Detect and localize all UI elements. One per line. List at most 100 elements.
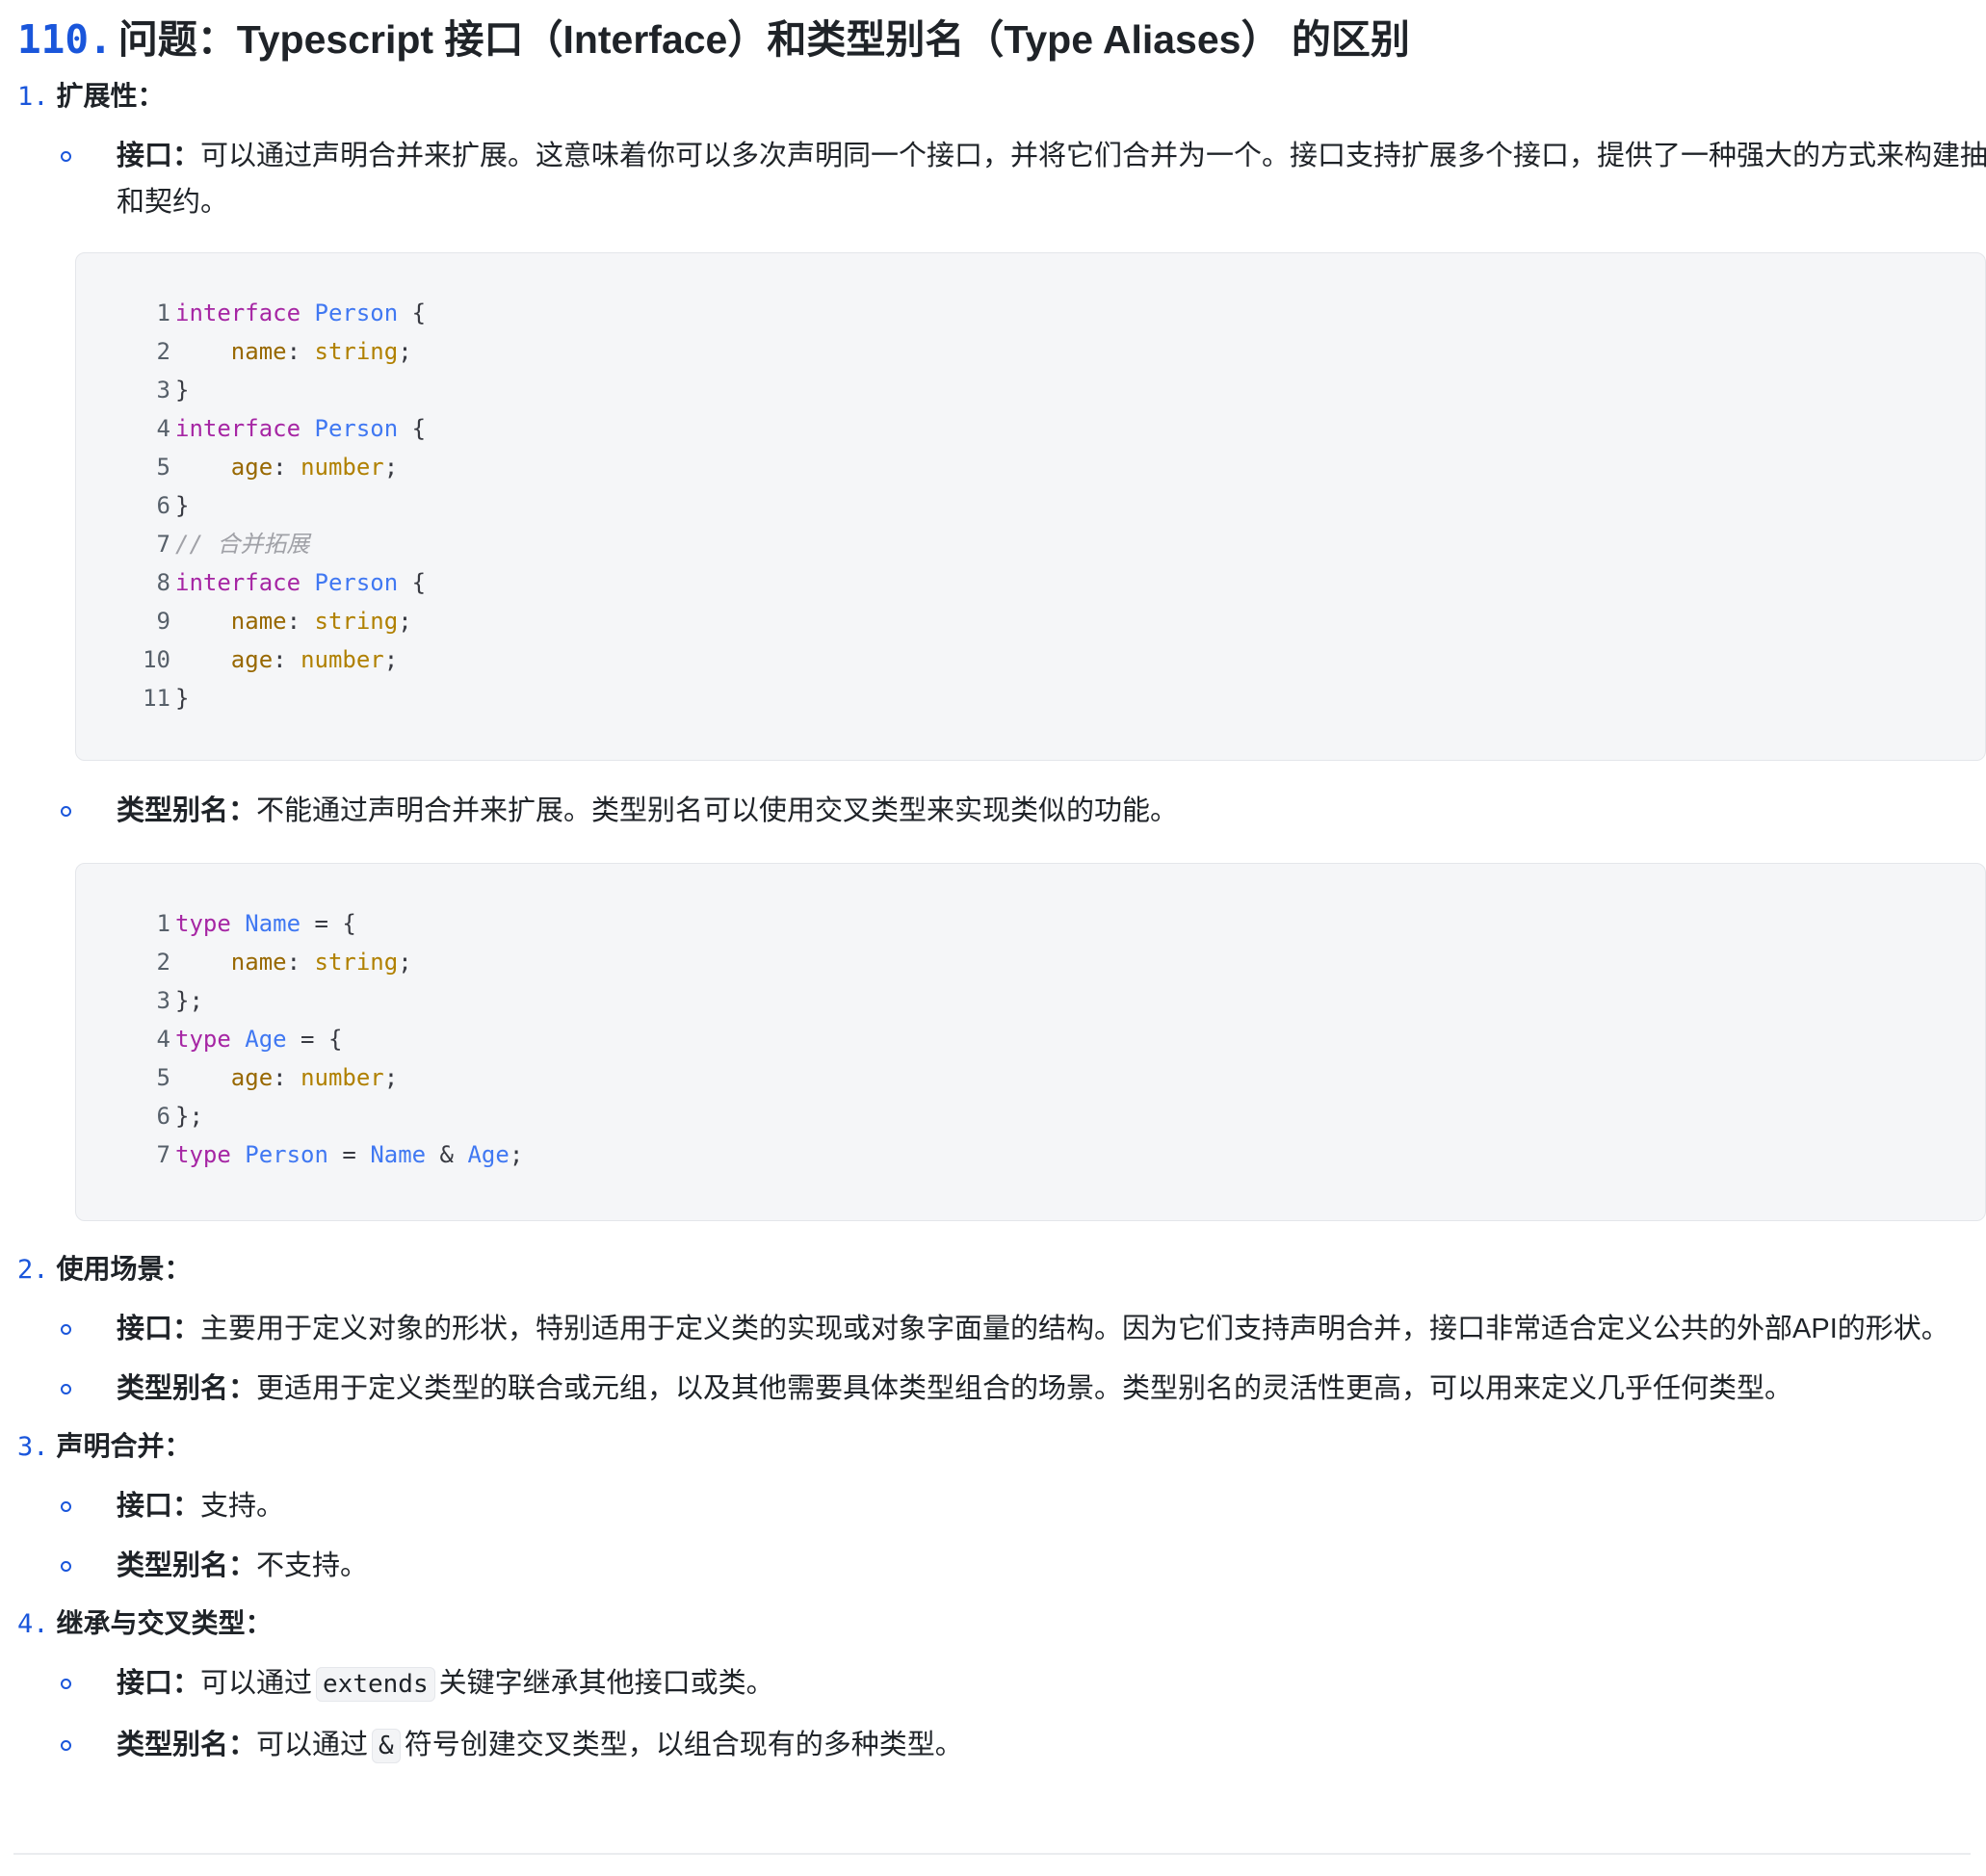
page-title: 110. 问题：Typescript 接口（Interface）和类型别名（Typ… [17, 8, 1410, 71]
code-token: { [398, 415, 427, 442]
code-text: interface Person { [175, 409, 426, 448]
code-token: ; [398, 338, 412, 365]
bullet-circle-icon [61, 1679, 71, 1689]
code-text: type Name = { [175, 904, 356, 943]
list-marker: 4. [17, 1609, 49, 1639]
code-token: : [286, 608, 315, 635]
line-number: 2 [156, 338, 170, 365]
list-item-text: 接口：支持。 [117, 1483, 983, 1529]
code-text: } [175, 486, 189, 525]
section-heading-4: 4. 继承与交叉类型： [17, 1602, 273, 1645]
item-body: 更适用于定义类型的联合或元组，以及其他需要具体类型组合的场景。类型别名的灵活性更… [256, 1373, 1793, 1404]
section-heading-3: 3. 声明合并： [17, 1425, 192, 1468]
code-token: name [230, 608, 287, 635]
code-token: name [230, 338, 287, 365]
line-number: 5 [156, 1064, 170, 1091]
code-token: Person [245, 1141, 328, 1168]
code-token: type [175, 910, 231, 937]
code-token: string [314, 949, 399, 976]
line-number: 10 [143, 646, 170, 673]
code-token: type [175, 1026, 231, 1053]
bullet-circle-icon [61, 1324, 71, 1335]
code-text: } [175, 679, 189, 717]
code-token: { [398, 300, 427, 326]
list-item-alias-merging: 类型别名：不支持。 [61, 1543, 1024, 1589]
bullet-circle-icon [61, 1561, 71, 1572]
code-text: name: string; [175, 332, 412, 371]
code-token: name [230, 949, 287, 976]
section-label: 声明合并： [56, 1431, 192, 1461]
code-token: ; [383, 454, 399, 481]
code-token: Age [467, 1141, 510, 1168]
code-text: }; [175, 1097, 203, 1135]
code-text: type Age = { [175, 1020, 342, 1058]
code-token: }; [175, 987, 203, 1014]
item-label: 接口： [117, 141, 201, 171]
code-token: : [273, 1064, 301, 1091]
code-token: type [175, 1141, 231, 1168]
code-text: } [175, 371, 189, 409]
line-number: 3 [156, 987, 170, 1014]
code-token: string [314, 608, 399, 635]
code-token: : [273, 646, 301, 673]
code-token: interface [175, 415, 301, 442]
code-token: = [327, 1141, 371, 1168]
code-block-interface: 1 interface Person {2 name: string; 3} 4 int… [75, 252, 1986, 761]
code-token: number [301, 454, 384, 481]
list-item-alias-usage: 类型别名：更适用于定义类型的联合或元组，以及其他需要具体类型组合的场景。类型别名… [61, 1366, 1977, 1412]
bullet-circle-icon [61, 1384, 71, 1394]
section-heading-1: 1. 扩展性： [17, 75, 165, 117]
line-number: 7 [156, 1141, 170, 1168]
item-label: 类型别名： [117, 1373, 257, 1404]
line-number: 3 [156, 377, 170, 404]
code-block-type-alias: 1 type Name = {2 name: string; 3}; 4 type Ag… [75, 863, 1986, 1221]
list-item-alias-extensibility: 类型别名：不能通过声明合并来扩展。类型别名可以使用交叉类型来实现类似的功能。 [61, 788, 1968, 834]
item-body: 不能通过声明合并来扩展。类型别名可以使用交叉类型来实现类似的功能。 [256, 795, 1179, 826]
inline-code-extends: extends [316, 1667, 435, 1702]
code-token: } [175, 492, 190, 519]
item-label: 接口： [117, 1668, 201, 1699]
list-item-text: 类型别名：不支持。 [117, 1543, 983, 1589]
code-token: Name [370, 1141, 427, 1168]
code-token: Person [314, 569, 399, 596]
section-label: 使用场景： [56, 1254, 192, 1284]
item-body: 支持。 [200, 1491, 285, 1522]
item-body-after: 符号创建交叉类型，以组合现有的多种类型。 [404, 1730, 963, 1760]
code-token: age [230, 646, 274, 673]
item-label: 接口： [117, 1491, 201, 1522]
title-number: 110. [17, 16, 113, 63]
code-text: type Person = Name & Age; [175, 1135, 523, 1174]
item-label: 类型别名： [117, 795, 257, 826]
code-token: ; [398, 608, 412, 635]
line-number: 5 [156, 454, 170, 481]
code-text: interface Person { [175, 294, 426, 332]
code-text: }; [175, 981, 203, 1020]
line-number: 1 [156, 910, 170, 937]
list-item-text: 类型别名：可以通过 & 符号创建交叉类型，以组合现有的多种类型。 [117, 1722, 1465, 1769]
code-token: }; [175, 1103, 203, 1130]
code-token: Person [314, 300, 399, 326]
code-token: ; [383, 1064, 399, 1091]
code-token: ; [383, 646, 399, 673]
list-item-text: 接口：可以通过声明合并来扩展。这意味着你可以多次声明同一个接口，并将它们合并为一… [117, 133, 1986, 225]
item-body: 可以通过声明合并来扩展。这意味着你可以多次声明同一个接口，并将它们合并为一个。接… [117, 141, 1986, 218]
code-token: ; [398, 949, 412, 976]
section-label: 扩展性： [56, 81, 165, 111]
horizontal-divider [13, 1853, 1971, 1855]
line-number: 8 [156, 569, 170, 596]
bullet-circle-icon [61, 151, 71, 162]
list-marker: 3. [17, 1432, 49, 1462]
item-body: 主要用于定义对象的形状，特别适用于定义类的实现或对象字面量的结构。因为它们支持声… [200, 1314, 1949, 1344]
code-token: : [286, 949, 315, 976]
item-label: 接口： [117, 1314, 201, 1344]
line-number: 1 [156, 300, 170, 326]
list-item-interface-usage: 接口：主要用于定义对象的形状，特别适用于定义类的实现或对象字面量的结构。因为它们… [61, 1306, 1977, 1352]
code-token: interface [175, 300, 301, 326]
list-item-text: 类型别名：更适用于定义类型的联合或元组，以及其他需要具体类型组合的场景。类型别名… [117, 1366, 1947, 1412]
